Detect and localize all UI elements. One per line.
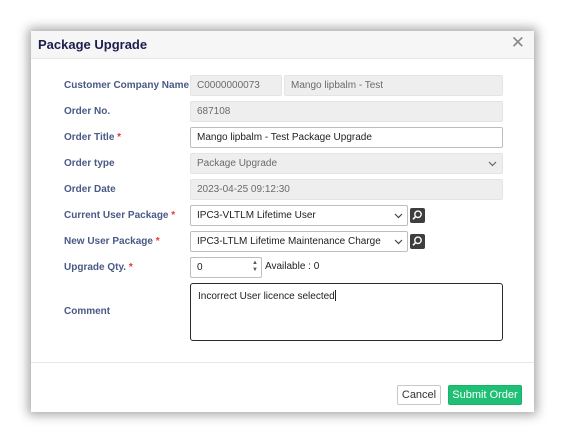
chevron-down-icon [392,232,404,251]
package-upgrade-dialog: Package Upgrade ✕ Customer Company Name … [31,31,534,412]
current-user-package-value: IPC3-VLTLM Lifetime User [197,210,316,221]
order-type-label: Order type [64,158,115,169]
current-user-package-label: Current User Package * [64,210,176,221]
comment-textarea[interactable]: Incorrect User licence selected [190,283,503,341]
chevron-down-icon [486,154,498,173]
upgrade-qty-value: 0 [197,262,203,273]
chevron-down-icon [392,206,404,225]
customer-name-field: Mango lipbalm - Test [284,75,503,96]
text-caret [334,290,336,301]
required-mark: * [117,132,122,143]
order-title-input[interactable]: Mango lipbalm - Test Package Upgrade [190,127,503,148]
order-date-label: Order Date [64,184,116,195]
footer-divider [31,362,534,363]
search-icon[interactable] [410,234,425,249]
comment-text: Incorrect User licence selected [198,291,335,302]
current-user-package-select[interactable]: IPC3-VLTLM Lifetime User [190,205,408,226]
order-no-label: Order No. [64,106,111,117]
new-user-package-value: IPC3-LTLM Lifetime Maintenance Charge [197,236,381,247]
submit-order-button[interactable]: Submit Order [448,385,522,405]
customer-code-field: C0000000073 [190,75,282,96]
required-mark: * [155,236,160,247]
customer-company-name-label: Customer Company Name [64,80,190,91]
dialog-header: Package Upgrade ✕ [31,31,534,59]
required-mark: * [171,210,176,221]
upgrade-qty-label: Upgrade Qty. * [64,262,133,273]
search-icon[interactable] [410,208,425,223]
new-user-package-select[interactable]: IPC3-LTLM Lifetime Maintenance Charge [190,231,408,252]
order-type-value: Package Upgrade [197,158,278,169]
order-date-field: 2023-04-25 09:12:30 [190,179,503,200]
new-user-package-label: New User Package * [64,236,160,247]
cancel-button[interactable]: Cancel [397,385,441,405]
comment-label: Comment [64,306,111,317]
order-type-select[interactable]: Package Upgrade [190,153,503,174]
close-icon[interactable]: ✕ [511,34,525,52]
spinner-arrows-icon[interactable]: ▲ ▼ [251,260,259,274]
order-title-label: Order Title * [64,132,122,143]
available-count: Available : 0 [265,261,320,272]
required-mark: * [128,262,133,273]
upgrade-qty-stepper[interactable]: 0 ▲ ▼ [190,257,262,278]
order-no-field: 687108 [190,101,503,122]
dialog-title: Package Upgrade [38,37,148,52]
